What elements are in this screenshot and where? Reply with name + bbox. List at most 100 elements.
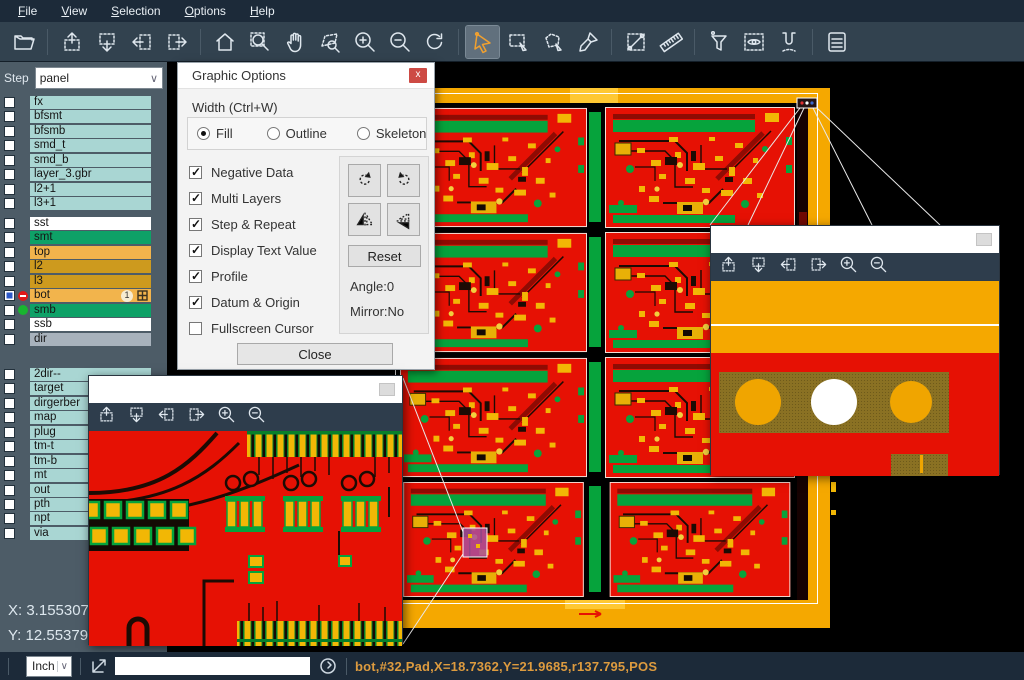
- layer-visibility-checkbox[interactable]: [4, 485, 15, 496]
- radio-circle-icon[interactable]: [197, 127, 210, 140]
- layer-visibility-checkbox[interactable]: [4, 499, 15, 510]
- checkbox-icon[interactable]: [189, 218, 202, 231]
- checkbox-negative-data[interactable]: Negative Data: [189, 159, 317, 185]
- layer-row-smd_t[interactable]: smd_t: [0, 139, 167, 152]
- layer-visibility-checkbox[interactable]: [4, 111, 15, 122]
- move-down-tool[interactable]: [749, 255, 768, 279]
- layer-name[interactable]: sst: [30, 217, 151, 230]
- radio-circle-icon[interactable]: [357, 127, 370, 140]
- checkbox-datum-origin[interactable]: Datum & Origin: [189, 289, 317, 315]
- layer-visibility-checkbox[interactable]: [4, 169, 15, 180]
- grid-icon[interactable]: [137, 290, 148, 301]
- checkbox-display-text-value[interactable]: Display Text Value: [189, 237, 317, 263]
- move-down-tool[interactable]: [127, 405, 146, 429]
- checkbox-icon[interactable]: [189, 244, 202, 257]
- move-down-tool[interactable]: [90, 26, 123, 58]
- layer-name[interactable]: bfsmt: [30, 110, 151, 123]
- checkbox-multi-layers[interactable]: Multi Layers: [189, 185, 317, 211]
- flip-horizontal-button[interactable]: [348, 203, 381, 236]
- layer-name[interactable]: smd_t: [30, 139, 151, 152]
- layer-visibility-checkbox[interactable]: [4, 232, 15, 243]
- reset-button[interactable]: Reset: [348, 245, 421, 267]
- zoom-window-tool[interactable]: [243, 26, 276, 58]
- layer-visibility-checkbox[interactable]: [4, 198, 15, 209]
- layer-visibility-checkbox[interactable]: [4, 218, 15, 229]
- layer-name[interactable]: ssb: [30, 318, 151, 331]
- layer-visibility-checkbox[interactable]: [4, 528, 15, 539]
- layer-name[interactable]: l3+1: [30, 197, 151, 210]
- checkbox-icon[interactable]: [189, 296, 202, 309]
- layer-row-top[interactable]: top: [0, 246, 167, 259]
- layer-visibility-checkbox[interactable]: [4, 126, 15, 137]
- layer-row-fx[interactable]: fx: [0, 96, 167, 109]
- layer-visibility-checkbox[interactable]: [4, 247, 15, 258]
- measure-line-tool[interactable]: [619, 26, 652, 58]
- layer-visibility-checkbox[interactable]: [4, 369, 15, 380]
- layer-name[interactable]: l2+1: [30, 183, 151, 196]
- close-icon[interactable]: x: [409, 68, 427, 83]
- ruler-tool[interactable]: [654, 26, 687, 58]
- layer-row-ssb[interactable]: ssb: [0, 318, 167, 331]
- menu-help[interactable]: Help: [240, 2, 285, 20]
- layer-visibility-checkbox[interactable]: [4, 334, 15, 345]
- snap-magnet-tool[interactable]: [772, 26, 805, 58]
- checkbox-icon[interactable]: [189, 322, 202, 335]
- layer-name[interactable]: l2: [30, 260, 151, 273]
- layer-name[interactable]: layer_3.gbr: [30, 168, 151, 181]
- move-left-tool[interactable]: [125, 26, 158, 58]
- layer-row-smt[interactable]: smt: [0, 231, 167, 244]
- layer-row-l2[interactable]: l2: [0, 260, 167, 273]
- magnifier-1-title-bar[interactable]: [89, 376, 402, 403]
- layer-visibility-checkbox[interactable]: [4, 261, 15, 272]
- layer-visibility-checkbox[interactable]: [4, 441, 15, 452]
- layer-visibility-checkbox[interactable]: [4, 319, 15, 330]
- layer-visibility-checkbox[interactable]: [4, 470, 15, 481]
- layer-row-sst[interactable]: sst: [0, 217, 167, 230]
- move-right-tool[interactable]: [809, 255, 828, 279]
- flip-vertical-button[interactable]: [387, 203, 420, 236]
- magnifier-window-2[interactable]: [710, 225, 1000, 475]
- window-menu-button[interactable]: [976, 233, 992, 246]
- layer-name[interactable]: smd_b: [30, 154, 151, 167]
- layer-row-smb[interactable]: smb: [0, 304, 167, 317]
- magnifier-window-1[interactable]: [88, 375, 403, 645]
- layer-name[interactable]: bot1: [30, 289, 151, 302]
- zoom-previous-tool[interactable]: [418, 26, 451, 58]
- layer-visibility-checkbox[interactable]: [4, 398, 15, 409]
- radio-outline[interactable]: Outline: [267, 126, 327, 141]
- zoom-polygon-tool[interactable]: [313, 26, 346, 58]
- layer-row-bfsmt[interactable]: bfsmt: [0, 110, 167, 123]
- corner-measure-icon[interactable]: [89, 656, 109, 676]
- unit-select[interactable]: Inch ∨: [26, 656, 72, 677]
- layer-name[interactable]: fx: [30, 96, 151, 109]
- zoom-in-tool[interactable]: [839, 255, 858, 279]
- layer-list-tool[interactable]: [820, 26, 853, 58]
- move-up-tool[interactable]: [97, 405, 116, 429]
- layer-visibility-checkbox[interactable]: [4, 412, 15, 423]
- pan-tool[interactable]: [278, 26, 311, 58]
- layer-row-smd_b[interactable]: smd_b: [0, 154, 167, 167]
- menu-selection[interactable]: Selection: [101, 2, 170, 20]
- home-view-tool[interactable]: [208, 26, 241, 58]
- layer-row-bfsmb[interactable]: bfsmb: [0, 125, 167, 138]
- filter-tool[interactable]: [702, 26, 735, 58]
- layer-visibility-checkbox[interactable]: [4, 513, 15, 524]
- layer-name[interactable]: l3: [30, 275, 151, 288]
- layer-name[interactable]: bfsmb: [30, 125, 151, 138]
- window-menu-button[interactable]: [379, 383, 395, 396]
- magnifier-1-view[interactable]: [89, 431, 402, 651]
- menu-options[interactable]: Options: [175, 2, 236, 20]
- checkbox-profile[interactable]: Profile: [189, 263, 317, 289]
- radio-circle-icon[interactable]: [267, 127, 280, 140]
- radio-skeleton[interactable]: Skeleton: [357, 126, 427, 141]
- layer-visibility-checkbox[interactable]: [4, 456, 15, 467]
- layer-visibility-checkbox[interactable]: [4, 184, 15, 195]
- zoom-in-tool[interactable]: [348, 26, 381, 58]
- layer-visibility-checkbox[interactable]: [4, 383, 15, 394]
- close-button[interactable]: Close: [237, 343, 393, 365]
- layer-row-l2+1[interactable]: l2+1: [0, 183, 167, 196]
- layer-row-l3+1[interactable]: l3+1: [0, 197, 167, 210]
- zoom-out-tool[interactable]: [383, 26, 416, 58]
- layer-row-dir[interactable]: dir: [0, 333, 167, 346]
- checkbox-step-repeat[interactable]: Step & Repeat: [189, 211, 317, 237]
